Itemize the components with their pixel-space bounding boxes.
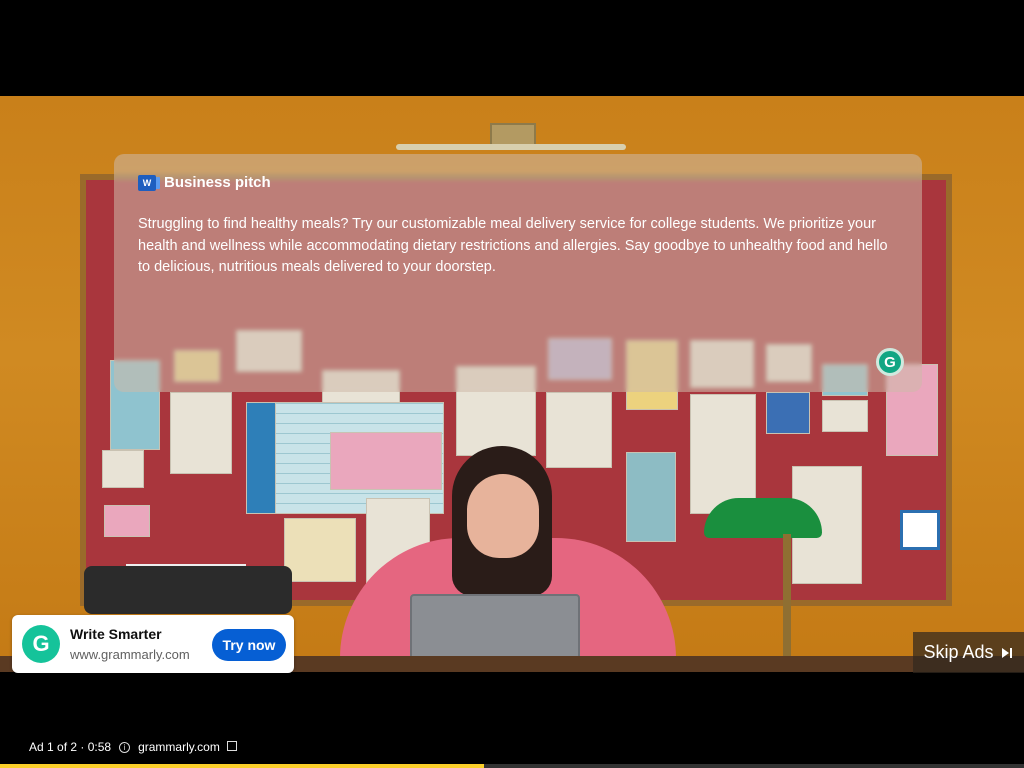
ad-url[interactable]: www.grammarly.com <box>70 647 190 662</box>
ad-companion-card[interactable]: G Write Smarter www.grammarly.com Try no… <box>12 615 294 673</box>
ad-position-label: Ad 1 of 2 · 0:58 <box>29 740 112 754</box>
skip-ads-button[interactable]: Skip Ads <box>913 632 1024 673</box>
ad-title[interactable]: Write Smarter <box>70 626 162 642</box>
board-note <box>102 450 144 488</box>
ad-domain-link[interactable]: grammarly.com <box>138 740 238 754</box>
board-note <box>822 400 868 432</box>
desk-lamp-shade <box>704 498 822 538</box>
board-note <box>246 402 276 514</box>
grammarly-badge-icon: G <box>876 348 904 376</box>
board-note <box>690 394 756 514</box>
skip-next-icon <box>1000 646 1014 660</box>
wall-lamp-bar <box>396 144 626 150</box>
grammarly-logo-icon[interactable]: G <box>22 625 60 663</box>
board-note <box>766 392 810 434</box>
board-note <box>546 392 612 468</box>
ad-info-bar: Ad 1 of 2 · 0:58 i grammarly.com <box>29 740 238 754</box>
board-note <box>626 452 676 542</box>
video-player[interactable]: W Business pitch Struggling to find heal… <box>0 0 1024 768</box>
board-note <box>284 518 356 582</box>
ad-domain-text: grammarly.com <box>138 740 220 754</box>
desk-lamp-pole <box>783 534 791 672</box>
card-body: Struggling to find healthy meals? Try ou… <box>138 216 888 275</box>
board-note <box>170 392 232 474</box>
video-frame[interactable]: W Business pitch Struggling to find heal… <box>0 96 1024 672</box>
card-title: Business pitch <box>164 174 271 191</box>
card-header: W Business pitch <box>138 174 271 191</box>
typewriter <box>84 566 292 614</box>
board-note <box>104 505 150 537</box>
ad-progress-fill <box>0 764 485 768</box>
info-icon[interactable]: i <box>119 741 131 753</box>
external-link-icon <box>227 741 238 751</box>
business-pitch-card: W Business pitch Struggling to find heal… <box>114 154 922 392</box>
skip-ads-label: Skip Ads <box>923 642 994 662</box>
board-note <box>330 432 442 490</box>
board-note <box>900 510 940 550</box>
word-icon: W <box>138 174 160 191</box>
try-now-button[interactable]: Try now <box>212 629 286 661</box>
person-face <box>467 474 539 558</box>
ad-progress-bar[interactable] <box>0 764 1024 768</box>
